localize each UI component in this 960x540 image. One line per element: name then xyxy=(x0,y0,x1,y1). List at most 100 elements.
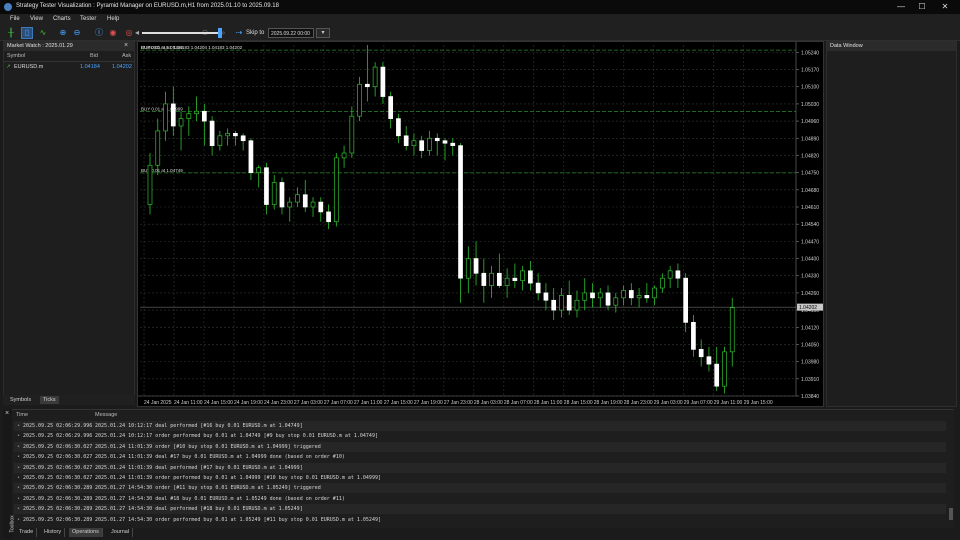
price-tick-label: 1.04330 xyxy=(801,274,819,280)
log-message: 2025.01.24 11:01:39 order [#10 buy stop … xyxy=(95,443,321,450)
log-row[interactable]: • 2025.09.25 02:06:30.027 2025.01.24 11:01… xyxy=(14,462,946,473)
bull-candle xyxy=(574,299,580,311)
bear-candle xyxy=(605,292,611,306)
log-row[interactable]: • 2025.09.25 02:06:30.027 2025.01.24 11:01… xyxy=(14,473,946,483)
column-ask[interactable]: Ask xyxy=(122,53,131,59)
price-chart[interactable]: 1.05240 1.05170 1.05100 1.05030 1.04960 1.048… xyxy=(137,41,824,407)
log-row[interactable]: • 2025.09.25 02:06:29.996 2025.01.24 10:12… xyxy=(14,431,946,441)
speed-slider-handle[interactable] xyxy=(218,28,222,38)
price-tick-label: 1.05170 xyxy=(801,68,819,74)
price-tick-label: 1.04540 xyxy=(801,222,819,228)
bar-chart-icon[interactable]: ╫ xyxy=(6,28,16,38)
log-message: 2025.01.27 14:54:30 order [#11 buy stop … xyxy=(95,485,321,492)
log-row[interactable]: • 2025.09.25 02:06:30.289 2025.01.27 14:54… xyxy=(14,515,946,525)
bull-candle xyxy=(582,292,588,301)
column-symbol[interactable]: Symbol xyxy=(7,53,25,59)
candlestick-chart[interactable]: 1.05240 1.05170 1.05100 1.05030 1.04960 1.048… xyxy=(138,42,825,408)
bear-candle xyxy=(240,135,246,142)
calendar-dropdown-icon[interactable]: ▾ xyxy=(316,28,330,38)
bear-candle xyxy=(326,211,331,223)
bear-candle xyxy=(170,103,176,127)
price-tick-label: 1.04960 xyxy=(801,119,819,125)
symbol-name[interactable]: EURUSD.m xyxy=(14,64,43,70)
zoom-out-icon[interactable]: ⊖ xyxy=(72,28,82,38)
bear-candle xyxy=(706,356,712,365)
log-message: 2025.01.27 14:54:30 order performed buy … xyxy=(95,516,381,523)
maximize-button[interactable]: ☐ xyxy=(911,0,933,14)
bear-candle xyxy=(458,145,463,279)
bear-candle xyxy=(302,194,308,208)
bull-candle xyxy=(271,182,277,205)
bull-candle xyxy=(660,277,665,289)
time-tick-label: 24 Jan 2025 xyxy=(144,400,172,406)
close-button[interactable]: ✕ xyxy=(934,0,956,14)
menu-bar: File View Charts Tester Help xyxy=(0,14,960,26)
price-tick-label: 1.04610 xyxy=(801,205,819,211)
menu-file[interactable]: File xyxy=(10,16,20,22)
skip-icon[interactable]: ⇢ xyxy=(234,28,244,38)
price-tick-label: 1.05030 xyxy=(801,102,819,108)
bear-candle xyxy=(233,133,238,137)
price-tick-label: 1.04260 xyxy=(801,291,819,297)
market-watch-close-icon[interactable]: × xyxy=(124,42,128,49)
time-tick-label: 28 Jan 19:00 xyxy=(594,400,623,406)
time-tick-label: 27 Jan 15:00 xyxy=(384,400,413,406)
log-row[interactable]: • 2025.09.25 02:06:29.996 2025.01.24 10:12… xyxy=(14,421,946,431)
bear-candle xyxy=(403,135,409,146)
skip-to-date-input[interactable]: 2025.09.22 00:00 xyxy=(268,28,314,38)
log-row[interactable]: • 2025.09.25 02:06:30.289 2025.01.27 14:54… xyxy=(14,504,946,515)
price-tick-label: 1.04120 xyxy=(801,325,819,331)
tab-history[interactable]: History xyxy=(41,528,66,537)
log-scroll-thumb[interactable] xyxy=(949,508,953,520)
trade-level-label: BUY 0.01 at 1.04749 xyxy=(141,168,183,173)
tab-ticks[interactable]: Ticks xyxy=(40,396,59,404)
bull-candle xyxy=(287,201,293,208)
price-tick-label: 1.04400 xyxy=(801,257,819,263)
time-tick-label: 27 Jan 07:00 xyxy=(324,400,353,406)
bull-candle xyxy=(465,258,471,279)
log-time: 2025.09.25 02:06:30.289 xyxy=(23,485,93,492)
tab-symbols[interactable]: Symbols xyxy=(7,396,34,404)
line-chart-icon[interactable]: ∿ xyxy=(38,28,48,38)
bear-candle xyxy=(691,322,696,350)
log-bullet-icon: • xyxy=(17,506,21,513)
menu-help[interactable]: Help xyxy=(107,16,119,22)
bear-candle xyxy=(209,120,215,146)
bear-candle xyxy=(442,140,448,144)
bear-candle xyxy=(543,292,549,301)
bear-candle xyxy=(528,270,533,284)
log-time: 2025.09.25 02:06:30.027 xyxy=(23,443,93,450)
log-message: 2025.01.27 14:54:30 deal #18 buy 0.01 EU… xyxy=(95,495,345,502)
bear-candle xyxy=(248,140,254,173)
column-time[interactable]: Time xyxy=(16,412,28,418)
minimize-button[interactable]: — xyxy=(890,0,912,14)
log-row[interactable]: • 2025.09.25 02:06:30.027 2025.01.24 11:01… xyxy=(14,441,946,452)
log-row[interactable]: • 2025.09.25 02:06:30.289 2025.01.27 14:54… xyxy=(14,494,946,504)
candlestick-chart-icon[interactable]: ▯ xyxy=(21,27,33,39)
price-tick-label: 1.05100 xyxy=(801,85,819,91)
pause-icon[interactable]: Ⓘ xyxy=(94,28,104,38)
log-row[interactable]: • 2025.09.25 02:06:30.289 2025.01.27 14:54… xyxy=(14,483,946,494)
stop-icon[interactable]: ◉ xyxy=(108,28,118,38)
speed-slider-track[interactable] xyxy=(142,32,222,34)
toolbox-side-tab[interactable]: Toolbox xyxy=(3,409,16,539)
log-row[interactable]: • 2025.09.25 02:06:30.027 2025.01.24 11:01… xyxy=(14,452,946,462)
tab-journal[interactable]: Journal xyxy=(108,528,134,537)
bear-candle xyxy=(698,349,704,358)
bear-candle xyxy=(714,363,720,387)
zoom-in-icon[interactable]: ⊕ xyxy=(58,28,68,38)
tab-operations[interactable]: Operations xyxy=(69,528,103,537)
speed-icon: ◂ xyxy=(134,28,139,37)
tab-trade[interactable]: Trade xyxy=(16,528,38,537)
menu-tester[interactable]: Tester xyxy=(80,16,96,22)
log-bullet-icon: • xyxy=(17,475,21,481)
menu-charts[interactable]: Charts xyxy=(53,16,71,22)
chart-info-label: EURUSD.m,H1 1.04183 1.04204 1.04183 1.04… xyxy=(141,45,243,50)
price-tick-label: 1.05240 xyxy=(801,50,819,56)
bear-candle xyxy=(201,110,207,122)
bear-candle xyxy=(264,167,269,205)
toolbox-close-icon[interactable]: × xyxy=(5,410,9,417)
menu-view[interactable]: View xyxy=(30,16,43,22)
column-message[interactable]: Message xyxy=(95,412,117,418)
column-bid[interactable]: Bid xyxy=(90,53,98,59)
